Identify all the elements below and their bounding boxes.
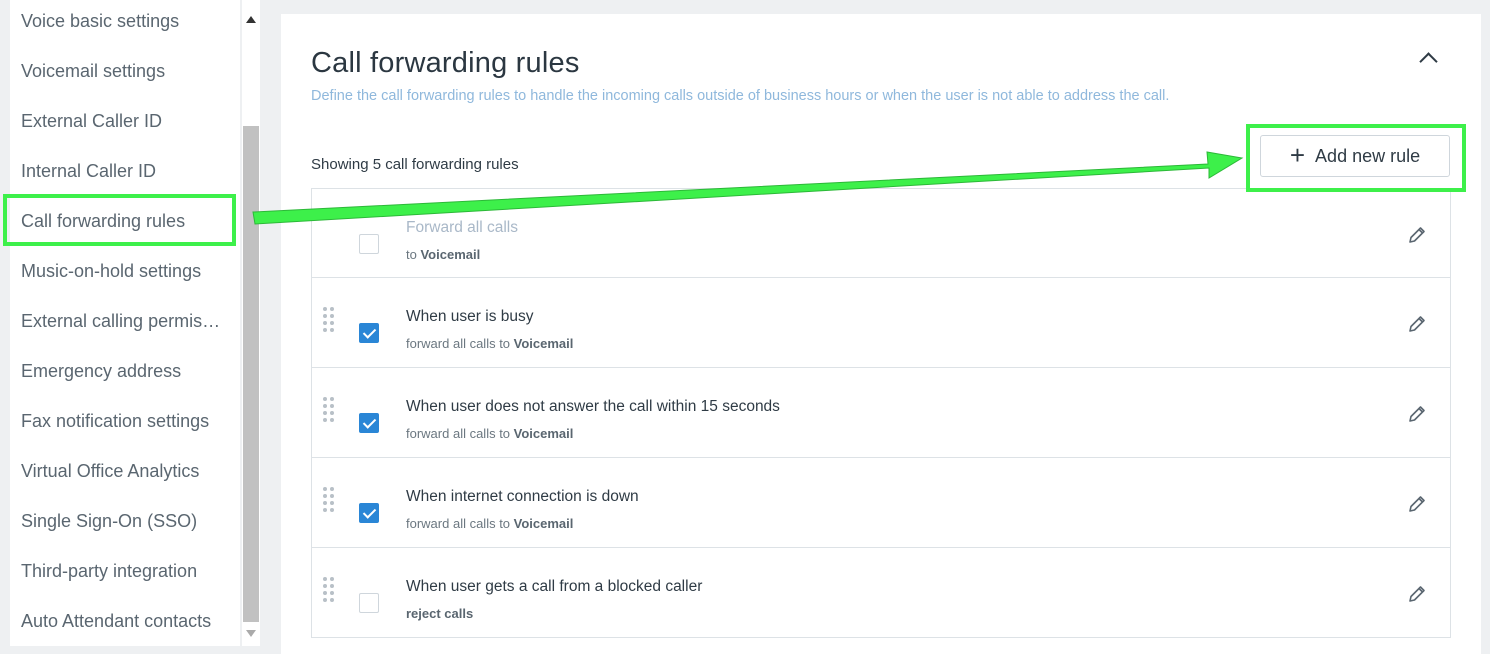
- annotation-arrow: [252, 151, 1244, 225]
